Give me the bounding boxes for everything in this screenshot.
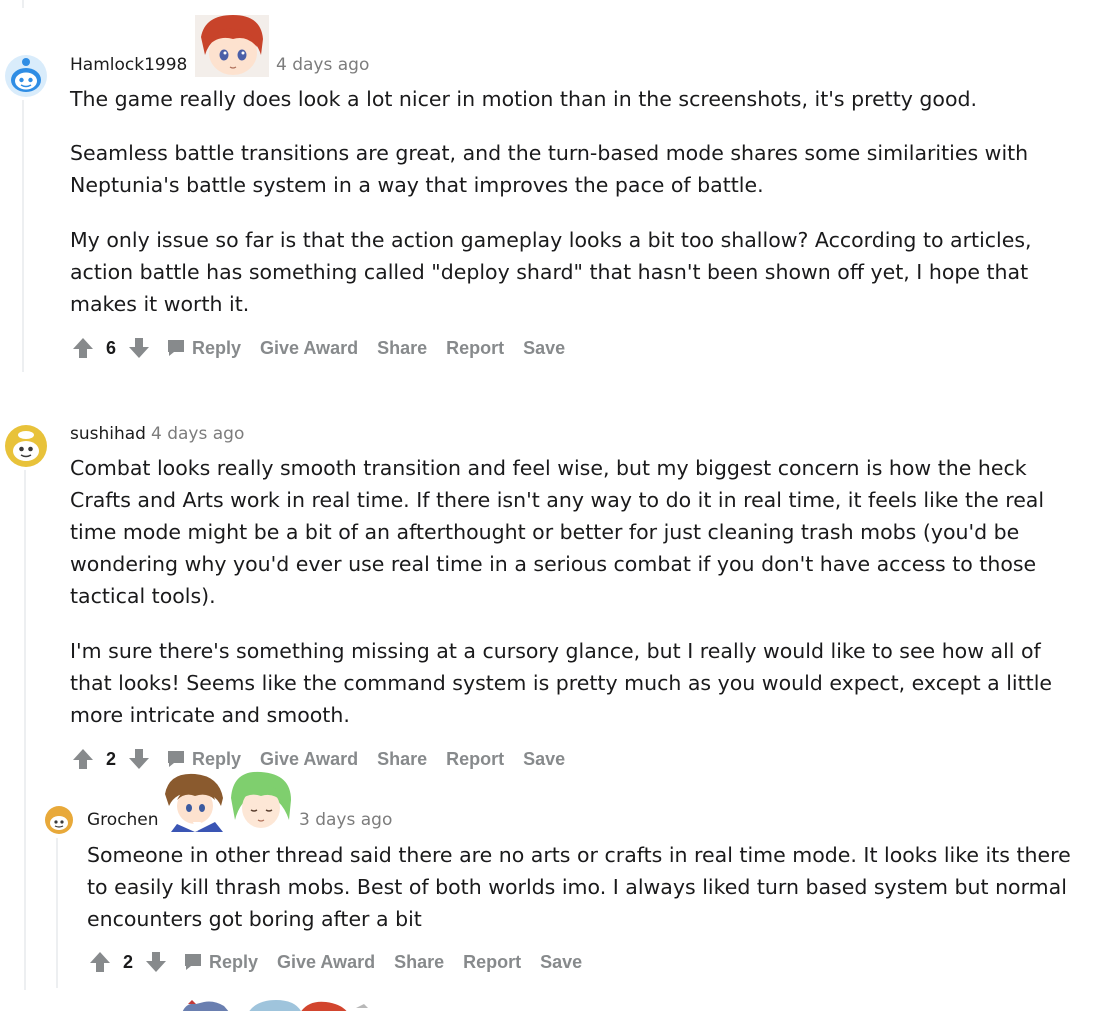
save-label: Save [523, 748, 566, 769]
upvote-arrow-icon[interactable] [70, 335, 96, 361]
thread-line-top[interactable] [22, 0, 24, 8]
snoo-avatar-icon [5, 425, 47, 467]
speech-bubble-icon [168, 340, 184, 356]
timestamp[interactable]: 4 days ago [151, 424, 244, 444]
comment-paragraph: The game really does look a lot nicer in… [70, 83, 977, 115]
reply-button[interactable]: Reply [166, 749, 241, 770]
avatar[interactable] [4, 424, 48, 468]
comment-action-bar: 2 Reply Give Award Share Report Save [70, 744, 565, 774]
reply-button[interactable]: Reply [166, 338, 241, 359]
give-award-button[interactable]: Give Award [260, 338, 358, 359]
share-label: Share [377, 337, 428, 358]
comment-text-line: The game really does look a lot nicer in… [70, 87, 978, 111]
thread-line-hamlock[interactable] [22, 100, 24, 372]
comment-text-line: to easily kill thrash mobs. Best of both… [87, 875, 1067, 899]
give-award-label: Give Award [260, 748, 359, 769]
comment-text-line: makes it worth it. [70, 292, 250, 316]
share-label: Share [394, 951, 445, 972]
speech-bubble-icon [185, 954, 201, 970]
comment-text-line: more intricate and smooth. [70, 703, 350, 727]
comment-action-bar: 6 Reply Give Award Share Report Save [70, 333, 565, 363]
give-award-label: Give Award [260, 337, 359, 358]
comment-text-line: Someone in other thread said there are n… [87, 843, 1071, 867]
give-award-button[interactable]: Give Award [260, 749, 358, 770]
comment-text-line: tactical tools). [70, 584, 216, 608]
username[interactable]: sushihad [70, 424, 146, 444]
reply-label: Reply [209, 951, 259, 972]
comment-text-line: action battle has something called "depl… [70, 260, 1029, 284]
timestamp[interactable]: 4 days ago [276, 55, 369, 75]
comment-text-line: Crafts and Arts work in real time. If th… [70, 488, 1045, 512]
downvote-arrow-icon[interactable] [126, 746, 152, 772]
report-button[interactable]: Report [446, 749, 504, 770]
upvote-arrow-icon[interactable] [87, 949, 113, 975]
report-label: Report [446, 337, 505, 358]
comment-paragraph: Someone in other thread said there are n… [87, 839, 1071, 935]
upvote-arrow-icon[interactable] [70, 746, 96, 772]
save-label: Save [540, 951, 583, 972]
downvote-arrow-icon[interactable] [143, 949, 169, 975]
vote-score: 2 [122, 951, 133, 972]
save-button[interactable]: Save [540, 952, 582, 973]
save-button[interactable]: Save [523, 749, 565, 770]
vote-score: 6 [105, 337, 116, 358]
thread-line-sushihad[interactable] [24, 470, 26, 990]
user-flair-image [195, 15, 269, 77]
avatar[interactable] [44, 805, 74, 835]
save-button[interactable]: Save [523, 338, 565, 359]
reply-label: Reply [192, 748, 242, 769]
share-button[interactable]: Share [377, 749, 427, 770]
comment-text-line: time mode might be a bit of an afterthou… [70, 520, 1020, 544]
comment-text-line: Neptunia's battle system in a way that i… [70, 173, 764, 197]
report-button[interactable]: Report [446, 338, 504, 359]
comment-text-line: encounters got boring after a bit [87, 907, 422, 931]
comment-paragraph: My only issue so far is that the action … [70, 224, 1032, 320]
anime-character-flair-icon [195, 15, 269, 77]
share-button[interactable]: Share [377, 338, 427, 359]
speech-bubble-icon [168, 751, 184, 767]
comment-text-line: My only issue so far is that the action … [70, 228, 1032, 252]
report-label: Report [446, 748, 505, 769]
comment-text-line: Combat looks really smooth transition an… [70, 456, 1027, 480]
report-label: Report [463, 951, 522, 972]
anime-characters-flair-icon [182, 1000, 368, 1011]
comment-paragraph: Combat looks really smooth transition an… [70, 452, 1044, 612]
vote-score: 2 [105, 748, 116, 769]
give-award-button[interactable]: Give Award [277, 952, 375, 973]
snoo-avatar-icon [45, 806, 73, 834]
user-flair-image [163, 770, 293, 832]
avatar[interactable] [4, 54, 48, 98]
downvote-arrow-icon[interactable] [126, 335, 152, 361]
share-label: Share [377, 748, 428, 769]
comment-text-line: I'm sure there's something missing at a … [70, 639, 1041, 663]
comment-text-line: Seamless battle transitions are great, a… [70, 141, 1029, 165]
anime-characters-flair-icon [165, 771, 291, 832]
username[interactable]: Grochen [87, 810, 159, 830]
snoo-avatar-icon [4, 54, 48, 98]
comment-paragraph: Seamless battle transitions are great, a… [70, 137, 1028, 201]
share-button[interactable]: Share [394, 952, 444, 973]
give-award-label: Give Award [277, 951, 376, 972]
comment-action-bar: 2 Reply Give Award Share Report Save [87, 947, 582, 977]
reply-label: Reply [192, 337, 242, 358]
comment-text-line: that looks! Seems like the command syste… [70, 671, 1053, 695]
report-button[interactable]: Report [463, 952, 521, 973]
comment-text-line: wondering why you'd ever use real time i… [70, 552, 1037, 576]
next-comment-flair-image [180, 998, 370, 1011]
username[interactable]: Hamlock1998 [70, 55, 187, 75]
thread-line-grochen[interactable] [56, 838, 58, 988]
timestamp[interactable]: 3 days ago [299, 810, 392, 830]
save-label: Save [523, 337, 566, 358]
comment-paragraph: I'm sure there's something missing at a … [70, 635, 1052, 731]
reply-button[interactable]: Reply [183, 952, 258, 973]
